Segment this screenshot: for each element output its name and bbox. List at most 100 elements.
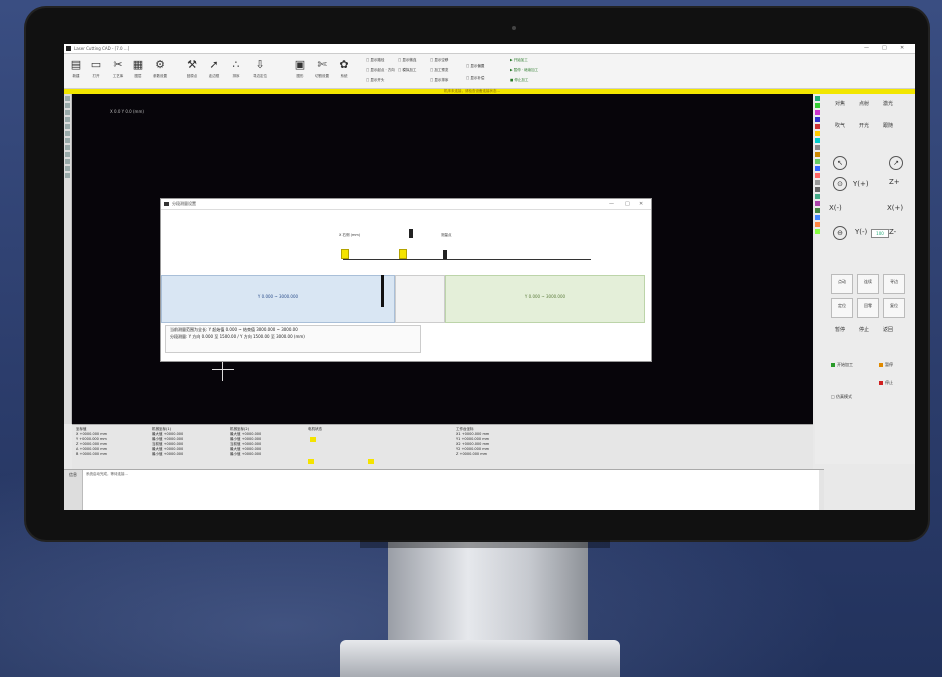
slider-handle-mid[interactable] <box>399 249 407 259</box>
color-swatch[interactable] <box>815 131 820 136</box>
color-swatch[interactable] <box>815 187 820 192</box>
segment-left[interactable]: Y 0.000 ~ 3000.000 <box>161 275 395 323</box>
jog-home-icon[interactable]: ⊙ <box>833 177 847 191</box>
layer-button[interactable]: ▦ 图层 <box>128 56 148 86</box>
sort-button[interactable]: ∴ 排序 <box>226 56 246 86</box>
home-button[interactable]: ⚒ 回原点 <box>182 56 202 86</box>
option-show-order[interactable]: □ 显示排序 <box>430 78 448 83</box>
return-button[interactable]: 返回 <box>883 326 893 334</box>
start-process-button[interactable]: ▶ 开始加工 <box>510 58 528 63</box>
color-swatch[interactable] <box>815 124 820 129</box>
color-swatch[interactable] <box>815 103 820 108</box>
color-swatch[interactable] <box>815 208 820 213</box>
tool-text-icon[interactable] <box>65 138 70 143</box>
color-swatch[interactable] <box>815 159 820 164</box>
system-button[interactable]: ✿ 系统 <box>334 56 354 86</box>
color-swatch[interactable] <box>815 229 820 234</box>
jog-z-minus-button[interactable]: Z- <box>889 228 896 236</box>
slider-handle-left[interactable] <box>341 249 349 259</box>
close-button[interactable]: ✕ <box>900 44 904 53</box>
tool-array-icon[interactable] <box>65 166 70 171</box>
tool-zoom-icon[interactable] <box>65 173 70 178</box>
stop-process-button[interactable]: ■ 停止加工 <box>510 78 528 83</box>
slider-handle-right[interactable] <box>443 250 447 259</box>
edge-find-button[interactable]: ⇩ 寻边定位 <box>250 56 270 86</box>
mode-reset-button[interactable]: 复位 <box>883 298 905 318</box>
option-preview[interactable]: □ 加工预览 <box>430 68 448 73</box>
option-simulate[interactable]: □ 模拟加工 <box>398 68 416 73</box>
log-tab[interactable]: 信息 <box>64 470 83 510</box>
tool-circle-icon[interactable] <box>65 117 70 122</box>
action-start[interactable]: 开始加工 <box>831 362 853 368</box>
color-swatch[interactable] <box>815 222 820 227</box>
option-show-microjoint[interactable]: □ 显示微连 <box>398 58 416 63</box>
graphic-button[interactable]: ▣ 图形 <box>290 56 310 86</box>
dialog-close-button[interactable]: ✕ <box>639 199 643 209</box>
mode-zero-button[interactable]: 回零 <box>857 298 879 318</box>
tool-move-icon[interactable] <box>65 145 70 150</box>
color-swatch[interactable] <box>815 96 820 101</box>
color-swatch[interactable] <box>815 194 820 199</box>
tool-line-icon[interactable] <box>65 103 70 108</box>
tool-select-icon[interactable] <box>65 96 70 101</box>
color-swatch[interactable] <box>815 166 820 171</box>
jog-y-minus-button[interactable]: Y(-) <box>855 228 867 236</box>
color-swatch[interactable] <box>815 152 820 157</box>
minimize-button[interactable]: — <box>864 44 869 53</box>
drawing-canvas[interactable]: X 0.0 Y 0.0 (mm) 分段测量设置 — □ ✕ X 右侧 (mm) … <box>72 94 813 424</box>
option-show-path[interactable]: □ 显示路径 <box>366 58 384 63</box>
segment-divider[interactable] <box>381 275 384 307</box>
param-settings-button[interactable]: ⚙ 参数设置 <box>150 56 170 86</box>
frame-button[interactable]: ➚ 走边框 <box>204 56 224 86</box>
color-swatch[interactable] <box>815 145 820 150</box>
jog-up-left-icon[interactable]: ↖ <box>833 156 847 170</box>
tool-arc-icon[interactable] <box>65 124 70 129</box>
color-swatch[interactable] <box>815 110 820 115</box>
jog-y-plus-button[interactable]: Y(+) <box>853 180 869 188</box>
option-show-offset[interactable]: □ 显示偏置 <box>466 64 484 69</box>
maximize-button[interactable]: □ <box>882 44 887 53</box>
pause-button[interactable]: 暂停 <box>835 326 845 334</box>
tool-poly-icon[interactable] <box>65 131 70 136</box>
mode-locate-button[interactable]: 定位 <box>831 298 853 318</box>
option-show-comp[interactable]: □ 显示补偿 <box>466 76 484 81</box>
gas-button[interactable]: 吹气 <box>835 122 845 130</box>
focus-button[interactable]: 对焦 <box>835 100 845 108</box>
jog-x-plus-button[interactable]: X(+) <box>887 204 903 212</box>
pulse-button[interactable]: 点射 <box>859 100 869 108</box>
segment-right[interactable]: Y 0.000 ~ 3000.000 <box>445 275 645 323</box>
mode-edge-button[interactable]: 寻边 <box>883 274 905 294</box>
color-swatch[interactable] <box>815 215 820 220</box>
option-show-lead[interactable]: □ 显示开头 <box>366 78 384 83</box>
color-swatch[interactable] <box>815 201 820 206</box>
dialog-maximize-button[interactable]: □ <box>625 199 630 209</box>
color-swatch[interactable] <box>815 180 820 185</box>
process-lib-button[interactable]: ✂ 工艺库 <box>108 56 128 86</box>
mode-continuous-button[interactable]: 连续 <box>857 274 879 294</box>
pause-resume-button[interactable]: ▶ 暂停 · 继续加工 <box>510 68 538 73</box>
simulation-checkbox[interactable]: □ 仿真模式 <box>831 394 852 400</box>
jog-speed-input[interactable]: 100 <box>871 229 889 238</box>
dialog-minimize-button[interactable]: — <box>609 199 614 209</box>
action-stop[interactable]: 停止 <box>879 380 893 386</box>
open-button[interactable]: ▭ 打开 <box>86 56 106 86</box>
new-button[interactable]: ▤ 新建 <box>66 56 86 86</box>
option-show-travel[interactable]: □ 显示空移 <box>430 58 448 63</box>
jog-x-minus-button[interactable]: X(-) <box>829 204 842 212</box>
jog-stop-icon[interactable]: ⊖ <box>833 226 847 240</box>
action-pause[interactable]: 暂停 <box>879 362 893 368</box>
segment-middle[interactable] <box>395 275 445 323</box>
jog-up-right-icon[interactable]: ↗ <box>889 156 903 170</box>
log-scrollbar[interactable] <box>819 470 824 510</box>
stop-button[interactable]: 停止 <box>859 326 869 334</box>
tool-mirror-icon[interactable] <box>65 159 70 164</box>
color-swatch[interactable] <box>815 117 820 122</box>
follow-button[interactable]: 跟随 <box>883 122 893 130</box>
laser-button[interactable]: 激光 <box>883 100 893 108</box>
option-show-start[interactable]: □ 显示起点 · 方向 <box>366 68 395 73</box>
tool-rect-icon[interactable] <box>65 110 70 115</box>
cut-settings-button[interactable]: ✄ 切割设置 <box>312 56 332 86</box>
shutter-button[interactable]: 开光 <box>859 122 869 130</box>
tool-rotate-icon[interactable] <box>65 152 70 157</box>
color-swatch[interactable] <box>815 173 820 178</box>
